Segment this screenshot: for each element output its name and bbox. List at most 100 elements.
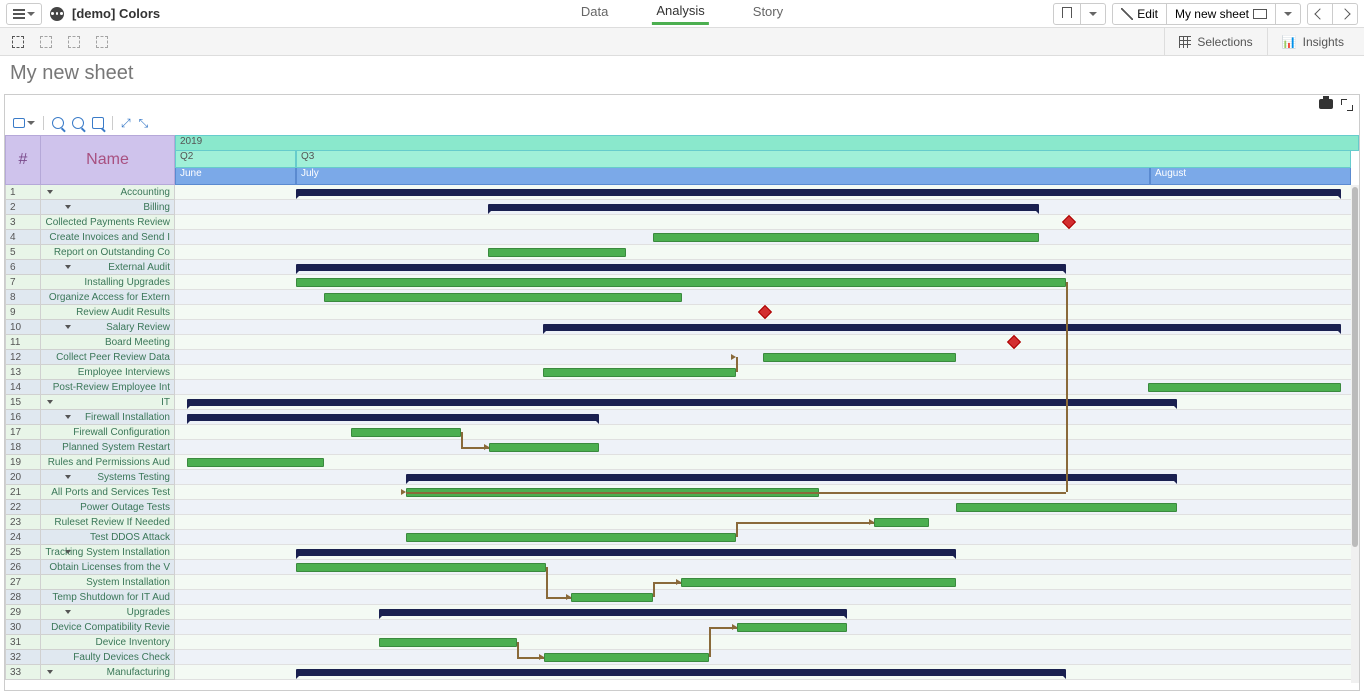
expander-icon[interactable] (65, 325, 71, 329)
table-row[interactable]: 16Firewall Installation (5, 410, 175, 425)
zoom-out-icon[interactable] (72, 117, 84, 129)
table-row[interactable]: 29Upgrades (5, 605, 175, 620)
gantt-task-bar[interactable] (737, 623, 847, 632)
gantt-task-bar[interactable] (1148, 383, 1341, 392)
gantt-task-bar[interactable] (296, 563, 546, 572)
table-row[interactable]: 21All Ports and Services Test (5, 485, 175, 500)
gantt-task-bar[interactable] (543, 368, 736, 377)
table-row[interactable]: 2Billing (5, 200, 175, 215)
table-row[interactable]: 10Salary Review (5, 320, 175, 335)
gantt-summary-bar[interactable] (543, 324, 1341, 331)
table-row[interactable]: 7Installing Upgrades (5, 275, 175, 290)
table-row[interactable]: 19Rules and Permissions Aud (5, 455, 175, 470)
table-row[interactable]: 6External Audit (5, 260, 175, 275)
expander-icon[interactable] (65, 415, 71, 419)
table-row[interactable]: 32Faulty Devices Check (5, 650, 175, 665)
expander-icon[interactable] (47, 670, 53, 674)
expander-icon[interactable] (65, 265, 71, 269)
gantt-summary-bar[interactable] (406, 474, 1177, 481)
table-row[interactable]: 24Test DDOS Attack (5, 530, 175, 545)
table-row[interactable]: 8Organize Access for Extern (5, 290, 175, 305)
table-row[interactable]: 3Collected Payments Review (5, 215, 175, 230)
table-row[interactable]: 25Tracking System Installation (5, 545, 175, 560)
table-row[interactable]: 30Device Compatibility Revie (5, 620, 175, 635)
gantt-summary-bar[interactable] (488, 204, 1039, 211)
next-sheet-button[interactable] (1333, 4, 1357, 24)
tab-story[interactable]: Story (749, 4, 787, 23)
header-name[interactable]: Name (41, 135, 175, 185)
gantt-task-bar[interactable] (544, 653, 709, 662)
zoom-in-icon[interactable] (52, 117, 64, 129)
tab-analysis[interactable]: Analysis (652, 3, 708, 25)
table-row[interactable]: 5Report on Outstanding Co (5, 245, 175, 260)
gantt-task-bar[interactable] (956, 503, 1177, 512)
table-row[interactable]: 4Create Invoices and Send I (5, 230, 175, 245)
table-row[interactable]: 20Systems Testing (5, 470, 175, 485)
expander-icon[interactable] (47, 400, 53, 404)
insights-panel-button[interactable]: 📊 Insights (1267, 28, 1358, 56)
gantt-summary-bar[interactable] (296, 549, 956, 556)
gantt-task-bar[interactable] (406, 533, 736, 542)
tab-data[interactable]: Data (577, 4, 612, 23)
collapse-links-icon[interactable]: ⤡ (139, 116, 149, 131)
table-row[interactable]: 14Post-Review Employee Int (5, 380, 175, 395)
expander-icon[interactable] (65, 550, 71, 554)
expander-icon[interactable] (65, 475, 71, 479)
sheet-selector[interactable]: My new sheet (1167, 4, 1276, 24)
gantt-milestone[interactable] (1062, 215, 1076, 229)
table-row[interactable]: 11Board Meeting (5, 335, 175, 350)
gantt-summary-bar[interactable] (296, 189, 1341, 196)
table-row[interactable]: 17Firewall Configuration (5, 425, 175, 440)
smart-search-button[interactable] (6, 32, 30, 52)
table-row[interactable]: 13Employee Interviews (5, 365, 175, 380)
gantt-milestone[interactable] (1007, 335, 1021, 349)
table-row[interactable]: 26Obtain Licenses from the V (5, 560, 175, 575)
table-row[interactable]: 12Collect Peer Review Data (5, 350, 175, 365)
table-row[interactable]: 33Manufacturing (5, 665, 175, 680)
expand-links-icon[interactable]: ⤢ (121, 116, 131, 131)
step-back-button[interactable] (34, 32, 58, 52)
gantt-summary-bar[interactable] (187, 399, 1177, 406)
table-row[interactable]: 1Accounting (5, 185, 175, 200)
bookmark-dropdown[interactable] (1081, 4, 1105, 24)
gantt-task-bar[interactable] (351, 428, 461, 437)
menu-button[interactable] (6, 3, 42, 25)
gantt-summary-bar[interactable] (296, 669, 1066, 676)
gantt-task-bar[interactable] (489, 443, 599, 452)
fullscreen-icon[interactable] (1341, 99, 1353, 111)
gantt-summary-bar[interactable] (296, 264, 1066, 271)
edit-button[interactable]: Edit (1113, 4, 1167, 24)
scroll-thumb[interactable] (1352, 187, 1358, 547)
table-row[interactable]: 9Review Audit Results (5, 305, 175, 320)
selections-panel-button[interactable]: Selections (1164, 28, 1266, 56)
gantt-task-bar[interactable] (763, 353, 956, 362)
gantt-task-bar[interactable] (571, 593, 653, 602)
print-button[interactable] (13, 118, 35, 128)
sheet-dropdown[interactable] (1276, 4, 1300, 24)
table-row[interactable]: 18Planned System Restart (5, 440, 175, 455)
table-row[interactable]: 27System Installation (5, 575, 175, 590)
clear-selections-button[interactable] (90, 32, 114, 52)
table-row[interactable]: 15IT (5, 395, 175, 410)
step-forward-button[interactable] (62, 32, 86, 52)
expander-icon[interactable] (65, 610, 71, 614)
snapshot-icon[interactable] (1319, 99, 1333, 109)
table-row[interactable]: 22Power Outage Tests (5, 500, 175, 515)
gantt-summary-bar[interactable] (187, 414, 599, 421)
gantt-task-bar[interactable] (379, 638, 517, 647)
gantt-task-bar[interactable] (681, 578, 956, 587)
table-row[interactable]: 28Temp Shutdown for IT Aud (5, 590, 175, 605)
bookmark-button[interactable] (1054, 4, 1081, 24)
table-row[interactable]: 23Ruleset Review If Needed (5, 515, 175, 530)
expander-icon[interactable] (65, 205, 71, 209)
expander-icon[interactable] (47, 190, 53, 194)
header-number[interactable]: # (5, 135, 41, 185)
zoom-fit-icon[interactable] (92, 117, 104, 129)
gantt-task-bar[interactable] (324, 293, 682, 302)
gantt-task-bar[interactable] (653, 233, 1039, 242)
gantt-summary-bar[interactable] (379, 609, 847, 616)
gantt-task-bar[interactable] (187, 458, 324, 467)
gantt-milestone[interactable] (758, 305, 772, 319)
vertical-scrollbar[interactable] (1351, 185, 1359, 683)
prev-sheet-button[interactable] (1308, 4, 1333, 24)
